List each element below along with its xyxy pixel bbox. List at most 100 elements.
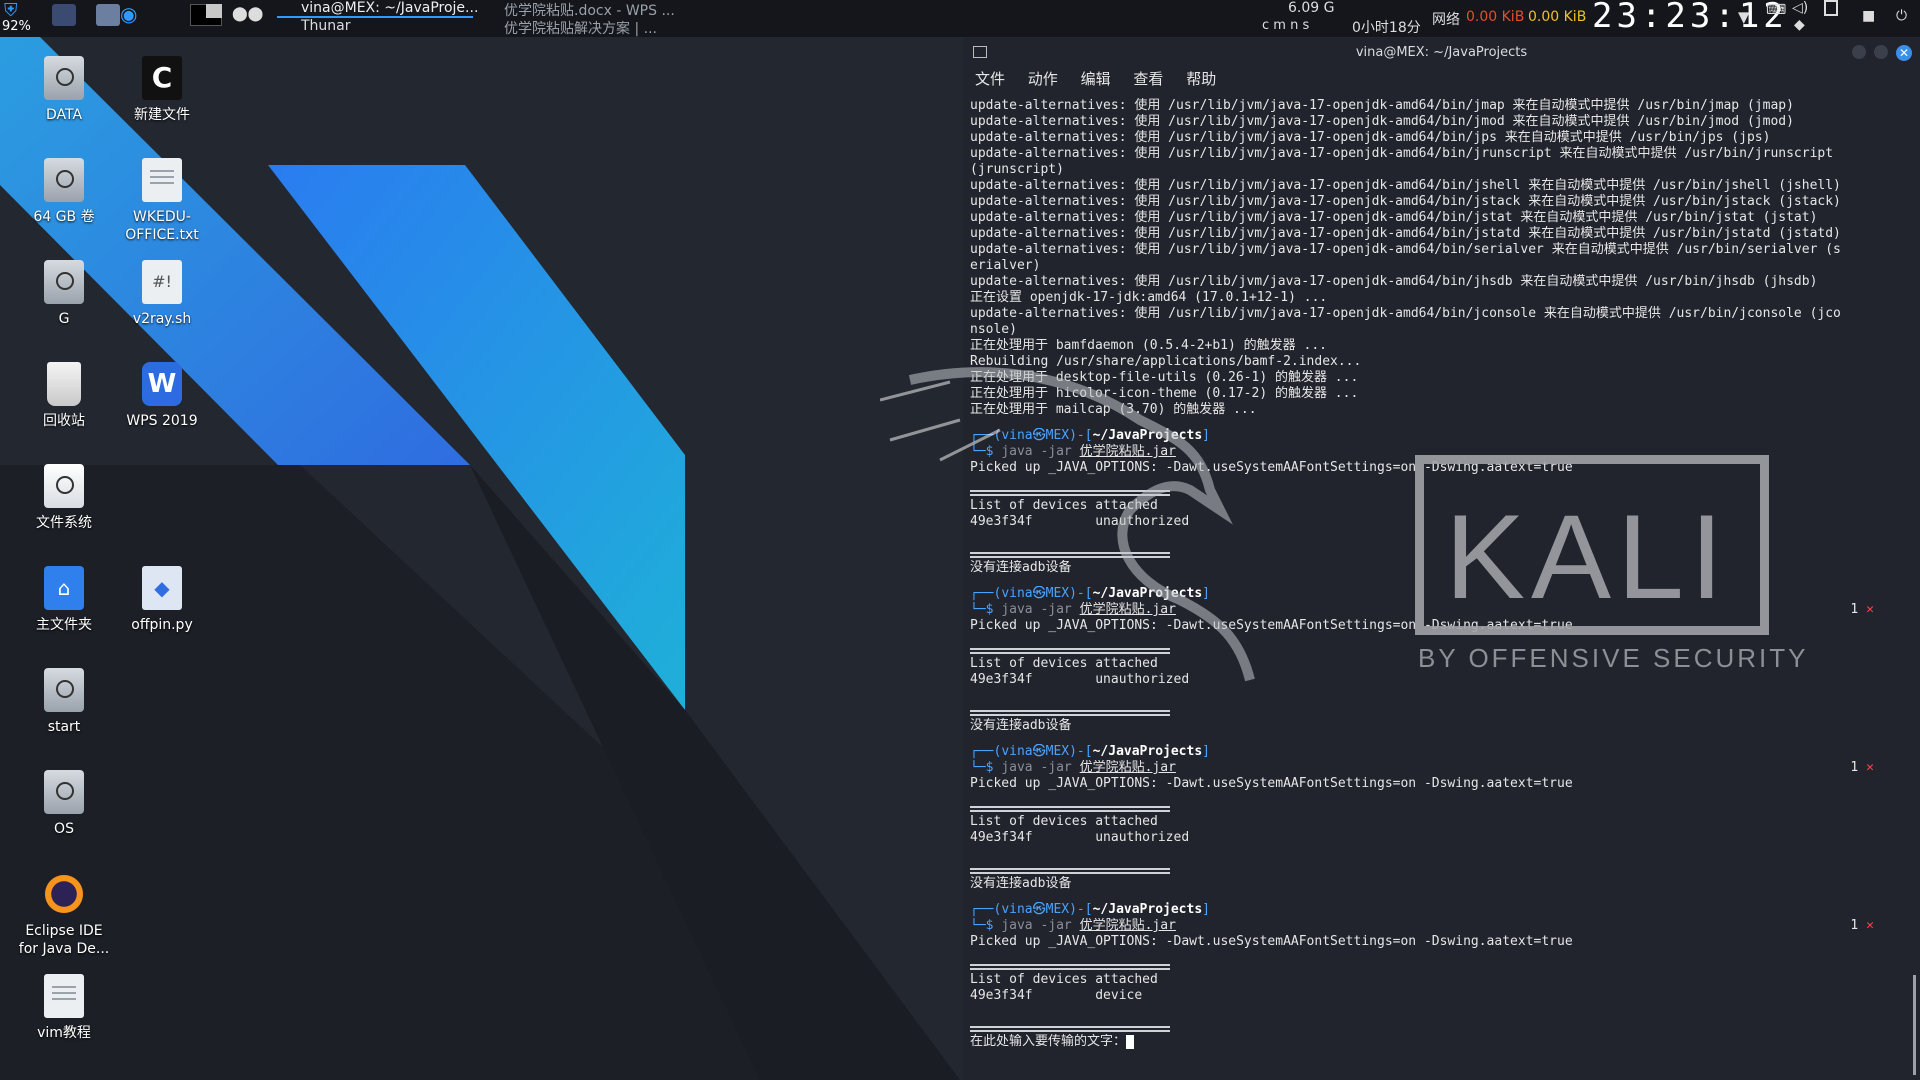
- icon-label: 主文件夹: [36, 617, 92, 633]
- desktop-icon-home[interactable]: ⌂ 主文件夹: [14, 566, 114, 634]
- desktop-icon-offpin[interactable]: ◆ offpin.py: [112, 566, 212, 634]
- desktop-icon-wkedu[interactable]: WKEDU-OFFICE.txt: [112, 158, 212, 244]
- close-button[interactable]: ✕: [1896, 45, 1912, 61]
- home-folder-icon: ⌂: [44, 566, 84, 610]
- task-terminal[interactable]: vina@MEX: ~/JavaProje...: [277, 0, 478, 18]
- browser-launcher-icon[interactable]: ◉: [120, 2, 137, 26]
- desktop-icon-trash[interactable]: 回收站: [14, 362, 114, 430]
- desktop-icon-start[interactable]: start: [14, 668, 114, 736]
- icon-label: 新建文件: [134, 107, 190, 123]
- command-text: java -jar: [1001, 760, 1072, 775]
- trash-icon: [47, 362, 81, 406]
- desktop-icon-new-file[interactable]: C 新建文件: [112, 56, 212, 124]
- drive-icon: [44, 770, 84, 814]
- icon-label: 回收站: [43, 413, 85, 429]
- terminal-scrollbar[interactable]: [1913, 975, 1916, 1075]
- drive-icon: [44, 668, 84, 712]
- prompt-symbol: └─$: [970, 760, 1002, 775]
- icon-label: start: [47, 719, 81, 735]
- prompt-symbol: └─$: [970, 918, 1002, 933]
- menu-edit[interactable]: 编辑: [1081, 66, 1111, 92]
- drive-icon: [44, 56, 84, 100]
- terminal-launcher-icon[interactable]: [52, 4, 76, 26]
- drive-icon: [44, 158, 84, 202]
- text-cursor: [1126, 1034, 1135, 1049]
- desktop-icon-eclipse[interactable]: Eclipse IDE for Java De...: [14, 872, 114, 958]
- log-line: update-alternatives: 使用 /usr/lib/jvm/jav…: [970, 178, 1841, 193]
- input-prompt: 在此处输入要传输的文字：: [970, 1034, 1127, 1049]
- command-arg: 优学院粘贴.jar: [1079, 918, 1176, 933]
- task-thunar[interactable]: Thunar: [287, 18, 351, 34]
- top-panel: ⛨ 92% ◉ ⬤⬤ vina@MEX: ~/JavaProje... Thun…: [0, 0, 1920, 37]
- log-line: update-alternatives: 使用 /usr/lib/jvm/jav…: [970, 306, 1841, 321]
- input-line[interactable]: 在此处输入要传输的文字：: [970, 1034, 1904, 1050]
- menu-file[interactable]: 文件: [975, 66, 1005, 92]
- error-icon: ✕: [1866, 602, 1874, 617]
- menu-action[interactable]: 动作: [1028, 66, 1058, 92]
- prompt-bracket: ┌──(: [970, 902, 1002, 917]
- network-down: 0.00 KiB: [1466, 9, 1525, 25]
- log-line: update-alternatives: 使用 /usr/lib/jvm/jav…: [970, 130, 1771, 145]
- kali-logo-text: KALI: [1445, 490, 1730, 624]
- kali-menu-icon[interactable]: ⛨: [4, 0, 18, 21]
- minimize-button[interactable]: [1852, 45, 1866, 59]
- prompt-line: ┌──(vina㉿MEX)-[~/JavaProjects]: [970, 744, 1904, 760]
- volume-icon[interactable]: ◁): [1792, 0, 1808, 16]
- desktop-icon-g[interactable]: G: [14, 260, 114, 328]
- maximize-button[interactable]: [1874, 45, 1888, 59]
- memory-monitor: 6.09 G: [1288, 0, 1335, 16]
- prompt-bracket: ]: [1202, 744, 1210, 759]
- prompt-bracket: ┌──(: [970, 744, 1002, 759]
- prompt-dir: ~/JavaProjects: [1092, 744, 1203, 759]
- drive-icon: [44, 260, 84, 304]
- command-line: └─$ java -jar 优学院粘贴.jar: [970, 918, 1904, 934]
- cpu-monitor: c m n s: [1262, 18, 1310, 33]
- wps-icon: W: [142, 362, 182, 406]
- prompt-bracket: )-[: [1069, 902, 1093, 917]
- eclipse-icon: [42, 872, 86, 916]
- menu-help[interactable]: 帮助: [1186, 66, 1216, 92]
- command-text: java -jar: [1001, 918, 1072, 933]
- icon-label: OS: [54, 821, 74, 837]
- desktop-icon-data[interactable]: DATA: [14, 56, 114, 124]
- file-manager-launcher-icon[interactable]: [96, 4, 120, 26]
- device-line: 49e3f34f unauthorized: [970, 830, 1190, 845]
- prompt-bracket: )-[: [1069, 744, 1093, 759]
- log-line: update-alternatives: 使用 /usr/lib/jvm/jav…: [970, 242, 1841, 257]
- power-icon[interactable]: ⏻: [1896, 8, 1907, 24]
- desktop-icon-os[interactable]: OS: [14, 770, 114, 838]
- exit-code-value: 1: [1850, 602, 1859, 617]
- desktop-icon-filesystem[interactable]: 文件系统: [14, 464, 114, 532]
- text-file-icon: [44, 974, 84, 1018]
- log-line: update-alternatives: 使用 /usr/lib/jvm/jav…: [970, 226, 1841, 241]
- task-browser[interactable]: 优学院粘贴解决方案 | ...: [486, 18, 657, 38]
- icon-label: DATA: [45, 107, 83, 123]
- menu-view[interactable]: 查看: [1133, 66, 1163, 92]
- desktop-icon-64gb[interactable]: 64 GB 卷: [14, 158, 114, 226]
- desktop-icon-wps[interactable]: W WPS 2019: [112, 362, 212, 430]
- exit-code: 1 ✕: [1850, 760, 1874, 776]
- desktop-icon-vim[interactable]: vim教程: [14, 974, 114, 1042]
- desktop-icon-v2ray[interactable]: #! v2ray.sh: [112, 260, 212, 328]
- device-line: 49e3f34f device: [970, 988, 1143, 1003]
- task-wps-doc[interactable]: 优学院粘贴.docx - WPS ...: [486, 0, 675, 20]
- devices-header: List of devices attached: [970, 972, 1158, 987]
- lock-icon[interactable]: ■: [1862, 8, 1875, 24]
- clipboard-icon[interactable]: [1824, 0, 1838, 16]
- notification-icon[interactable]: ◆: [1794, 17, 1805, 33]
- keyboard-icon[interactable]: ⌨: [1766, 2, 1786, 18]
- wifi-icon[interactable]: ▼: [1738, 8, 1750, 26]
- error-icon: ✕: [1866, 760, 1874, 775]
- toggle-icon[interactable]: ⬤⬤: [232, 6, 263, 22]
- terminal-titlebar[interactable]: vina@MEX: ~/JavaProjects ✕: [963, 38, 1920, 66]
- battery-indicator: 92%: [2, 19, 31, 34]
- workspace-switcher-2[interactable]: [206, 4, 222, 18]
- exit-code-value: 1: [1850, 760, 1859, 775]
- text-file-icon: [142, 158, 182, 202]
- prompt-user: vina㉿MEX: [1001, 902, 1070, 917]
- icon-label: 64 GB 卷: [33, 209, 95, 225]
- run-block: ┌──(vina㉿MEX)-[~/JavaProjects]└─$ java -…: [970, 902, 1904, 1032]
- clock[interactable]: 23:23:12: [1592, 0, 1788, 36]
- log-line: erialver): [970, 258, 1041, 273]
- icon-label: 文件系统: [36, 515, 92, 531]
